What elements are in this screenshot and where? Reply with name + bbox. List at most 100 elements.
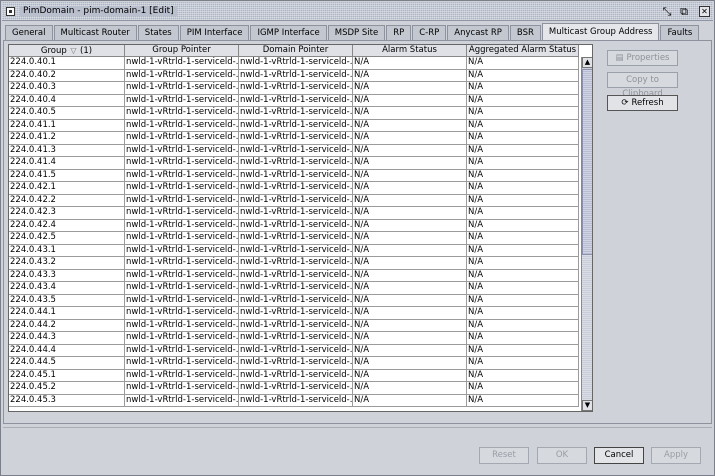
table-row[interactable]: 224.0.44.5 nwld-1-vRtrld-1-serviceld-... n… <box>9 357 579 370</box>
cell-group: 224.0.43.1 <box>9 244 125 256</box>
tab-multicast-router[interactable]: Multicast Router <box>53 25 137 40</box>
cell-alarm-status: N/A <box>353 319 467 331</box>
table-row[interactable]: 224.0.44.4 nwld-1-vRtrld-1-serviceld-... n… <box>9 344 579 357</box>
cell-group: 224.0.40.2 <box>9 69 125 81</box>
cell-group-pointer: nwld-1-vRtrld-1-serviceld-... <box>126 219 239 231</box>
apply-button[interactable]: Apply <box>651 447 701 464</box>
refresh-button[interactable]: ⟳ Refresh <box>607 95 678 111</box>
cell-group-pointer: nwld-1-vRtrld-1-serviceld-... <box>126 144 239 156</box>
table-row[interactable]: 224.0.40.1 nwld-1-vRtrld-1-serviceld-... n… <box>9 57 579 70</box>
column-header-group[interactable]: Group ▽ (1) <box>9 45 125 57</box>
cell-group-pointer: nwld-1-vRtrld-1-serviceld-... <box>126 382 239 394</box>
properties-button[interactable]: ▤ Properties <box>607 50 678 66</box>
cell-group: 224.0.43.5 <box>9 294 125 306</box>
column-header-group-pointer[interactable]: Group Pointer <box>125 45 239 57</box>
reset-button[interactable]: Reset <box>479 447 529 464</box>
vertical-scrollbar[interactable]: ▲ ▼ <box>581 57 592 411</box>
cell-aggregated-alarm-status: N/A <box>467 307 579 319</box>
cell-alarm-status: N/A <box>353 269 467 281</box>
table-row[interactable]: 224.0.43.5 nwld-1-vRtrld-1-serviceld-... n… <box>9 294 579 307</box>
table-row[interactable]: 224.0.43.3 nwld-1-vRtrld-1-serviceld-... n… <box>9 269 579 282</box>
cell-group: 224.0.40.3 <box>9 82 125 94</box>
cell-aggregated-alarm-status: N/A <box>467 282 579 294</box>
tab-multicast-group-address[interactable]: Multicast Group Address <box>541 23 660 40</box>
column-header-aggregated-alarm-status[interactable]: Aggregated Alarm Status <box>467 45 579 57</box>
dock-icon[interactable]: ⧉ <box>678 5 690 18</box>
cell-domain-pointer: nwld-1-vRtrld-1-serviceld-... <box>240 269 353 281</box>
cell-aggregated-alarm-status: N/A <box>467 369 579 381</box>
cell-group: 224.0.42.4 <box>9 219 125 231</box>
close-icon[interactable]: ✕ <box>699 6 710 17</box>
table-row[interactable]: 224.0.42.4 nwld-1-vRtrld-1-serviceld-... n… <box>9 219 579 232</box>
title-bar[interactable]: PimDomain - pim-domain-1 [Edit] ⤡ ⧉ ✕ <box>2 2 713 21</box>
cell-aggregated-alarm-status: N/A <box>467 219 579 231</box>
tab-anycast-rp[interactable]: Anycast RP <box>447 25 509 40</box>
cell-aggregated-alarm-status: N/A <box>467 82 579 94</box>
window-icon <box>6 7 15 16</box>
table-row[interactable]: 224.0.41.3 nwld-1-vRtrld-1-serviceld-... n… <box>9 144 579 157</box>
ok-button[interactable]: OK <box>537 447 587 464</box>
table-row[interactable]: 224.0.42.5 nwld-1-vRtrld-1-serviceld-... n… <box>9 232 579 245</box>
table-row[interactable]: 224.0.43.4 nwld-1-vRtrld-1-serviceld-... n… <box>9 282 579 295</box>
cell-domain-pointer: nwld-1-vRtrld-1-serviceld-... <box>240 344 353 356</box>
table-row[interactable]: 224.0.41.4 nwld-1-vRtrld-1-serviceld-... n… <box>9 157 579 170</box>
table-row[interactable]: 224.0.41.5 nwld-1-vRtrld-1-serviceld-... n… <box>9 169 579 182</box>
cell-group-pointer: nwld-1-vRtrld-1-serviceld-... <box>126 294 239 306</box>
scroll-up-arrow-icon[interactable]: ▲ <box>582 57 592 68</box>
tab-msdp-site[interactable]: MSDP Site <box>327 25 386 40</box>
cell-alarm-status: N/A <box>353 257 467 269</box>
table-row[interactable]: 224.0.40.4 nwld-1-vRtrld-1-serviceld-... n… <box>9 94 579 107</box>
table-row[interactable]: 224.0.41.1 nwld-1-vRtrld-1-serviceld-... n… <box>9 119 579 132</box>
cell-aggregated-alarm-status: N/A <box>467 144 579 156</box>
tab-pim-interface[interactable]: PIM Interface <box>179 25 250 40</box>
table-row[interactable]: 224.0.44.3 nwld-1-vRtrld-1-serviceld-... n… <box>9 332 579 345</box>
properties-label: Properties <box>626 53 670 63</box>
tab-rp[interactable]: RP <box>386 25 412 40</box>
table-row[interactable]: 224.0.42.1 nwld-1-vRtrld-1-serviceld-... n… <box>9 182 579 195</box>
table-row[interactable]: 224.0.40.3 nwld-1-vRtrld-1-serviceld-... n… <box>9 82 579 95</box>
cell-alarm-status: N/A <box>353 232 467 244</box>
cell-group: 224.0.43.4 <box>9 282 125 294</box>
cell-alarm-status: N/A <box>353 307 467 319</box>
cell-aggregated-alarm-status: N/A <box>467 182 579 194</box>
cell-group: 224.0.41.1 <box>9 119 125 131</box>
table-row[interactable]: 224.0.45.2 nwld-1-vRtrld-1-serviceld-... n… <box>9 382 579 395</box>
cell-group-pointer: nwld-1-vRtrld-1-serviceld-... <box>126 244 239 256</box>
copy-to-clipboard-button[interactable]: Copy to Clipboard <box>607 72 678 99</box>
cell-group: 224.0.43.3 <box>9 269 125 281</box>
cell-aggregated-alarm-status: N/A <box>467 332 579 344</box>
cell-aggregated-alarm-status: N/A <box>467 169 579 181</box>
cell-domain-pointer: nwld-1-vRtrld-1-serviceld-... <box>240 369 353 381</box>
resize-icon[interactable]: ⤡ <box>661 5 673 18</box>
table-row[interactable]: 224.0.40.5 nwld-1-vRtrld-1-serviceld-... n… <box>9 107 579 120</box>
table-row[interactable]: 224.0.42.3 nwld-1-vRtrld-1-serviceld-... n… <box>9 207 579 220</box>
table-row[interactable]: 224.0.45.3 nwld-1-vRtrld-1-serviceld-... n… <box>9 394 579 407</box>
table-row[interactable]: 224.0.41.2 nwld-1-vRtrld-1-serviceld-... n… <box>9 132 579 145</box>
cell-domain-pointer: nwld-1-vRtrld-1-serviceld-... <box>240 294 353 306</box>
tab-panel: Group ▽ (1) Group Pointer Domain Pointer… <box>3 40 712 424</box>
table-row[interactable]: 224.0.44.2 nwld-1-vRtrld-1-serviceld-... n… <box>9 319 579 332</box>
table-row[interactable]: 224.0.43.2 nwld-1-vRtrld-1-serviceld-... n… <box>9 257 579 270</box>
tab-faults[interactable]: Faults <box>660 25 700 40</box>
cell-group-pointer: nwld-1-vRtrld-1-serviceld-... <box>126 94 239 106</box>
table-row[interactable]: 224.0.40.2 nwld-1-vRtrld-1-serviceld-... n… <box>9 69 579 82</box>
table-row[interactable]: 224.0.42.2 nwld-1-vRtrld-1-serviceld-... n… <box>9 194 579 207</box>
cell-group-pointer: nwld-1-vRtrld-1-serviceld-... <box>126 344 239 356</box>
tab-bsr[interactable]: BSR <box>509 25 541 40</box>
cell-group: 224.0.42.1 <box>9 182 125 194</box>
column-header-domain-pointer[interactable]: Domain Pointer <box>239 45 353 57</box>
cell-alarm-status: N/A <box>353 94 467 106</box>
tab-states[interactable]: States <box>137 25 179 40</box>
cell-group: 224.0.45.2 <box>9 382 125 394</box>
cancel-button[interactable]: Cancel <box>594 447 644 464</box>
tab-c-rp[interactable]: C-RP <box>412 25 447 40</box>
table-row[interactable]: 224.0.45.1 nwld-1-vRtrld-1-serviceld-... n… <box>9 369 579 382</box>
tab-igmp-interface[interactable]: IGMP Interface <box>250 25 327 40</box>
table-row[interactable]: 224.0.44.1 nwld-1-vRtrld-1-serviceld-... n… <box>9 307 579 320</box>
column-header-alarm-status[interactable]: Alarm Status <box>353 45 467 57</box>
table-row[interactable]: 224.0.43.1 nwld-1-vRtrld-1-serviceld-... n… <box>9 244 579 257</box>
cell-domain-pointer: nwld-1-vRtrld-1-serviceld-... <box>240 244 353 256</box>
tab-general[interactable]: General <box>5 25 53 40</box>
scroll-down-arrow-icon[interactable]: ▼ <box>582 400 592 411</box>
scrollbar-thumb[interactable] <box>582 69 592 255</box>
